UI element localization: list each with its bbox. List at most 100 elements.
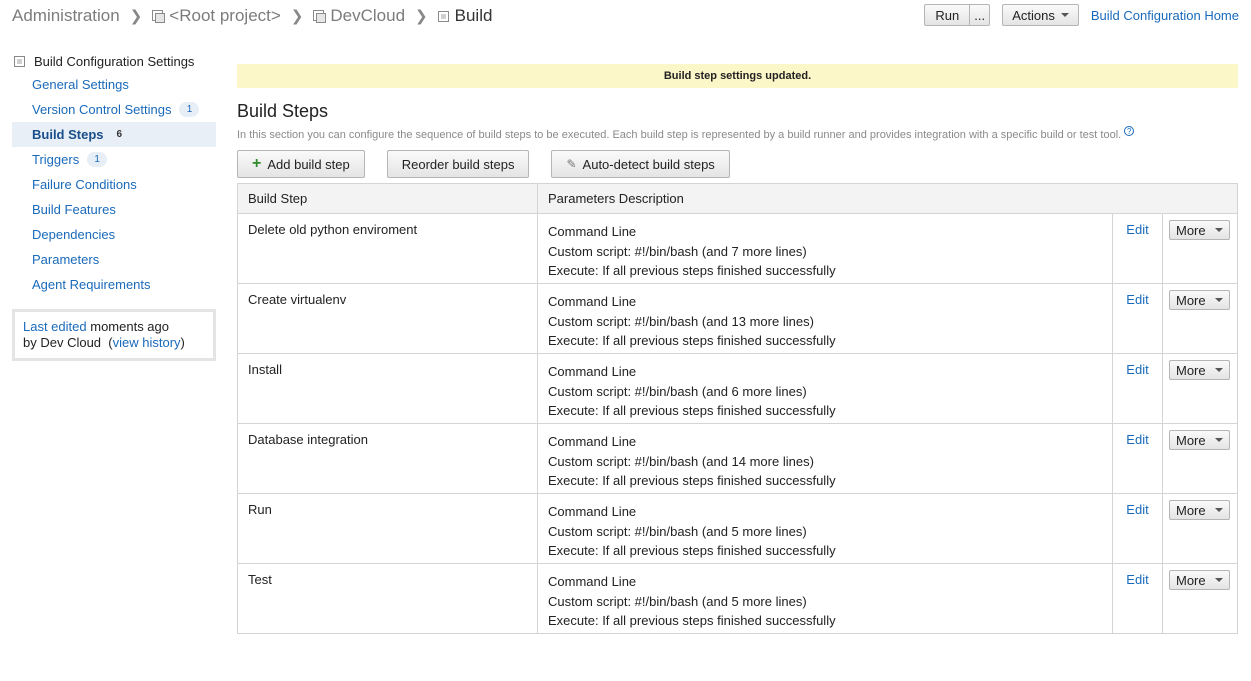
success-notice: Build step settings updated.	[237, 64, 1238, 88]
more-cell: More	[1162, 283, 1238, 354]
sidebar: Build Configuration Settings General Set…	[12, 50, 216, 361]
table-header-row: Build Step Parameters Description	[237, 183, 1238, 214]
step-script: Custom script: #!/bin/bash (and 6 more l…	[548, 383, 807, 399]
chevron-down-icon	[1060, 13, 1069, 17]
count-badge: 1	[87, 152, 108, 167]
breadcrumb-chevron-icon: ❯	[415, 8, 428, 25]
step-name: Test	[237, 563, 538, 634]
edit-step-link[interactable]: Edit	[1126, 572, 1148, 587]
step-parameters: Command Line Custom script: #!/bin/bash …	[537, 283, 1113, 354]
step-name: Run	[237, 493, 538, 564]
last-edited-link[interactable]: Last edited	[23, 319, 87, 334]
count-badge: 6	[116, 129, 123, 140]
edit-step-link[interactable]: Edit	[1126, 362, 1148, 377]
step-name: Database integration	[237, 423, 538, 494]
sidebar-item-label: Version Control Settings	[32, 102, 172, 117]
chevron-down-icon	[1215, 508, 1223, 512]
help-icon[interactable]: ?	[1124, 126, 1135, 136]
more-button[interactable]: More	[1169, 500, 1230, 520]
breadcrumb-root-project[interactable]: <Root project>	[169, 6, 281, 26]
more-label: More	[1176, 502, 1206, 518]
sidebar-item-triggers[interactable]: Triggers 1	[12, 147, 216, 172]
build-steps-toolbar: + Add build step Reorder build steps ✎ A…	[237, 150, 1238, 178]
chevron-down-icon	[1215, 578, 1223, 582]
step-name: Install	[237, 353, 538, 424]
more-button[interactable]: More	[1169, 290, 1230, 310]
breadcrumb-devcloud[interactable]: DevCloud	[330, 6, 405, 26]
step-runner: Command Line	[548, 364, 637, 379]
section-description: In this section you can configure the se…	[237, 126, 1238, 142]
auto-detect-build-steps-button[interactable]: ✎ Auto-detect build steps	[551, 150, 730, 178]
step-execute: Execute: If all previous steps finished …	[548, 403, 836, 418]
edit-cell: Edit	[1112, 283, 1163, 354]
sidebar-title: Build Configuration Settings	[34, 53, 195, 69]
edit-cell: Edit	[1112, 563, 1163, 634]
more-label: More	[1176, 222, 1206, 238]
more-label: More	[1176, 292, 1206, 308]
step-execute: Execute: If all previous steps finished …	[548, 263, 836, 278]
sidebar-item-failure-conditions[interactable]: Failure Conditions	[12, 172, 216, 197]
sidebar-item-dependencies[interactable]: Dependencies	[12, 222, 216, 247]
step-name: Create virtualenv	[237, 283, 538, 354]
more-cell: More	[1162, 423, 1238, 494]
step-name: Delete old python enviroment	[237, 213, 538, 284]
run-button-group: Run ...	[924, 4, 991, 26]
run-custom-button[interactable]: ...	[970, 4, 991, 26]
last-edited-by: by Dev Cloud	[23, 335, 102, 350]
page-title: Build Steps	[237, 101, 329, 121]
sidebar-item-general-settings[interactable]: General Settings	[12, 72, 216, 97]
breadcrumb: Administration ❯ <Root project> ❯ DevClo…	[12, 6, 492, 26]
view-history-link[interactable]: view history	[113, 335, 181, 350]
more-button[interactable]: More	[1169, 360, 1230, 380]
chevron-down-icon	[1215, 368, 1223, 372]
chevron-down-icon	[1215, 298, 1223, 302]
more-button[interactable]: More	[1169, 430, 1230, 450]
more-button[interactable]: More	[1169, 220, 1230, 240]
column-header-parameters-description: Parameters Description	[537, 183, 1238, 214]
section-description-text: In this section you can configure the se…	[237, 129, 1122, 141]
last-edited-box: Last edited moments ago by Dev Cloud (vi…	[12, 309, 216, 361]
sidebar-item-agent-requirements[interactable]: Agent Requirements	[12, 272, 216, 297]
build-config-icon	[14, 55, 25, 67]
last-edited-time: moments ago	[90, 319, 169, 334]
run-button[interactable]: Run	[924, 4, 971, 26]
more-label: More	[1176, 432, 1206, 448]
edit-step-link[interactable]: Edit	[1126, 292, 1148, 307]
more-button[interactable]: More	[1169, 570, 1230, 590]
sidebar-item-label: General Settings	[32, 77, 129, 92]
edit-cell: Edit	[1112, 353, 1163, 424]
edit-step-link[interactable]: Edit	[1126, 222, 1148, 237]
chevron-down-icon	[1215, 438, 1223, 442]
edit-step-link[interactable]: Edit	[1126, 432, 1148, 447]
add-build-step-label: Add build step	[267, 156, 350, 172]
actions-button[interactable]: Actions	[1002, 4, 1079, 26]
build-configuration-home-link[interactable]: Build Configuration Home	[1091, 8, 1239, 23]
step-parameters: Command Line Custom script: #!/bin/bash …	[537, 563, 1113, 634]
count-badge: 1	[179, 102, 200, 117]
step-parameters: Command Line Custom script: #!/bin/bash …	[537, 353, 1113, 424]
breadcrumb-chevron-icon: ❯	[129, 8, 143, 25]
reorder-build-steps-button[interactable]: Reorder build steps	[386, 150, 530, 178]
plus-icon: +	[252, 155, 262, 172]
sidebar-item-version-control-settings[interactable]: Version Control Settings 1	[12, 97, 216, 122]
table-row: Delete old python enviroment Command Lin…	[237, 213, 1238, 284]
sidebar-item-parameters[interactable]: Parameters	[12, 247, 216, 272]
table-row: Run Command Line Custom script: #!/bin/b…	[237, 493, 1238, 564]
step-execute: Execute: If all previous steps finished …	[548, 543, 836, 558]
sidebar-item-label: Build Steps	[32, 127, 104, 142]
step-runner: Command Line	[548, 294, 637, 309]
sidebar-item-build-steps[interactable]: Build Steps 6	[12, 122, 216, 147]
table-row: Database integration Command Line Custom…	[237, 423, 1238, 494]
step-script: Custom script: #!/bin/bash (and 14 more …	[548, 453, 814, 469]
step-execute: Execute: If all previous steps finished …	[548, 613, 836, 628]
more-cell: More	[1162, 563, 1238, 634]
sidebar-item-build-features[interactable]: Build Features	[12, 197, 216, 222]
add-build-step-button[interactable]: + Add build step	[237, 150, 365, 178]
project-icon	[313, 10, 327, 23]
build-config-icon	[437, 10, 449, 22]
edit-cell: Edit	[1112, 423, 1163, 494]
breadcrumb-administration[interactable]: Administration	[12, 6, 120, 26]
auto-detect-label: Auto-detect build steps	[582, 156, 715, 172]
edit-step-link[interactable]: Edit	[1126, 502, 1148, 517]
actions-label: Actions	[1012, 7, 1055, 23]
